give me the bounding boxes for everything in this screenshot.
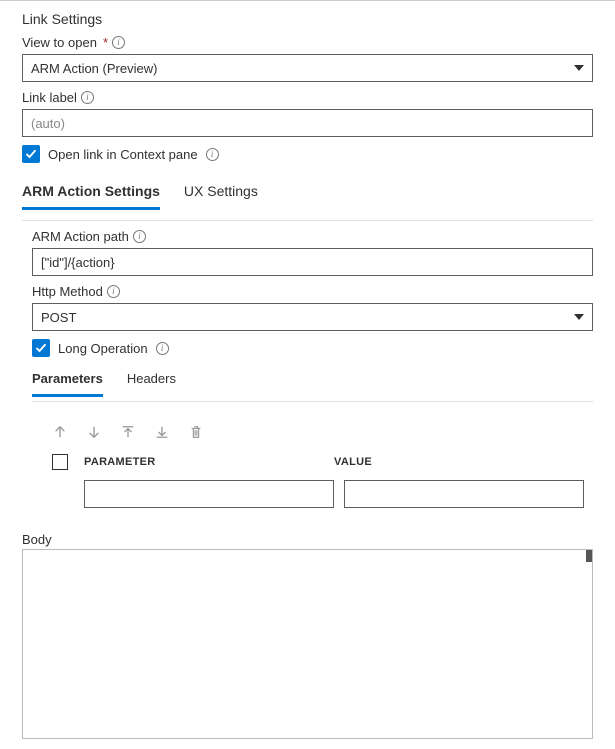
link-label-label: Link label i (22, 90, 593, 105)
chevron-down-icon (574, 314, 584, 320)
column-header-parameter: PARAMETER (84, 456, 334, 468)
body-label: Body (22, 532, 593, 547)
move-up-icon[interactable] (52, 424, 68, 440)
select-all-checkbox[interactable] (52, 454, 68, 470)
label-text: View to open (22, 35, 97, 50)
scrollbar-handle[interactable] (586, 550, 592, 562)
table-row (32, 480, 593, 508)
arm-path-label: ARM Action path i (32, 229, 593, 244)
section-title: Link Settings (22, 11, 593, 27)
required-asterisk: * (103, 35, 108, 50)
tab-divider (22, 220, 593, 221)
label-text: Http Method (32, 284, 103, 299)
select-value: POST (41, 310, 76, 325)
info-icon[interactable]: i (81, 91, 94, 104)
label-text: ARM Action path (32, 229, 129, 244)
subtab-headers[interactable]: Headers (127, 367, 176, 397)
move-down-icon[interactable] (86, 424, 102, 440)
arm-path-input[interactable]: ["id"]/{action} (32, 248, 593, 276)
link-label-input[interactable]: (auto) (22, 109, 593, 137)
http-method-select[interactable]: POST (32, 303, 593, 331)
select-value: ARM Action (Preview) (31, 61, 157, 76)
move-bottom-icon[interactable] (154, 424, 170, 440)
body-textarea[interactable] (22, 549, 593, 739)
parameter-input[interactable] (84, 480, 334, 508)
input-value: ["id"]/{action} (41, 255, 115, 270)
long-operation-checkbox[interactable] (32, 339, 50, 357)
tab-arm-action-settings[interactable]: ARM Action Settings (22, 177, 160, 210)
value-input[interactable] (344, 480, 584, 508)
tab-ux-settings[interactable]: UX Settings (184, 177, 258, 210)
open-context-checkbox[interactable] (22, 145, 40, 163)
delete-icon[interactable] (188, 424, 204, 440)
info-icon[interactable]: i (112, 36, 125, 49)
long-operation-label: Long Operation (58, 341, 148, 356)
info-icon[interactable]: i (156, 342, 169, 355)
subtab-parameters[interactable]: Parameters (32, 367, 103, 397)
info-icon[interactable]: i (107, 285, 120, 298)
view-to-open-select[interactable]: ARM Action (Preview) (22, 54, 593, 82)
move-top-icon[interactable] (120, 424, 136, 440)
view-to-open-label: View to open * i (22, 35, 593, 50)
placeholder-text: (auto) (31, 116, 65, 131)
label-text: Link label (22, 90, 77, 105)
open-context-label: Open link in Context pane (48, 147, 198, 162)
subtab-divider (32, 401, 593, 402)
chevron-down-icon (574, 65, 584, 71)
http-method-label: Http Method i (32, 284, 593, 299)
info-icon[interactable]: i (206, 148, 219, 161)
info-icon[interactable]: i (133, 230, 146, 243)
column-header-value: VALUE (334, 456, 593, 468)
check-icon (35, 342, 47, 354)
check-icon (25, 148, 37, 160)
